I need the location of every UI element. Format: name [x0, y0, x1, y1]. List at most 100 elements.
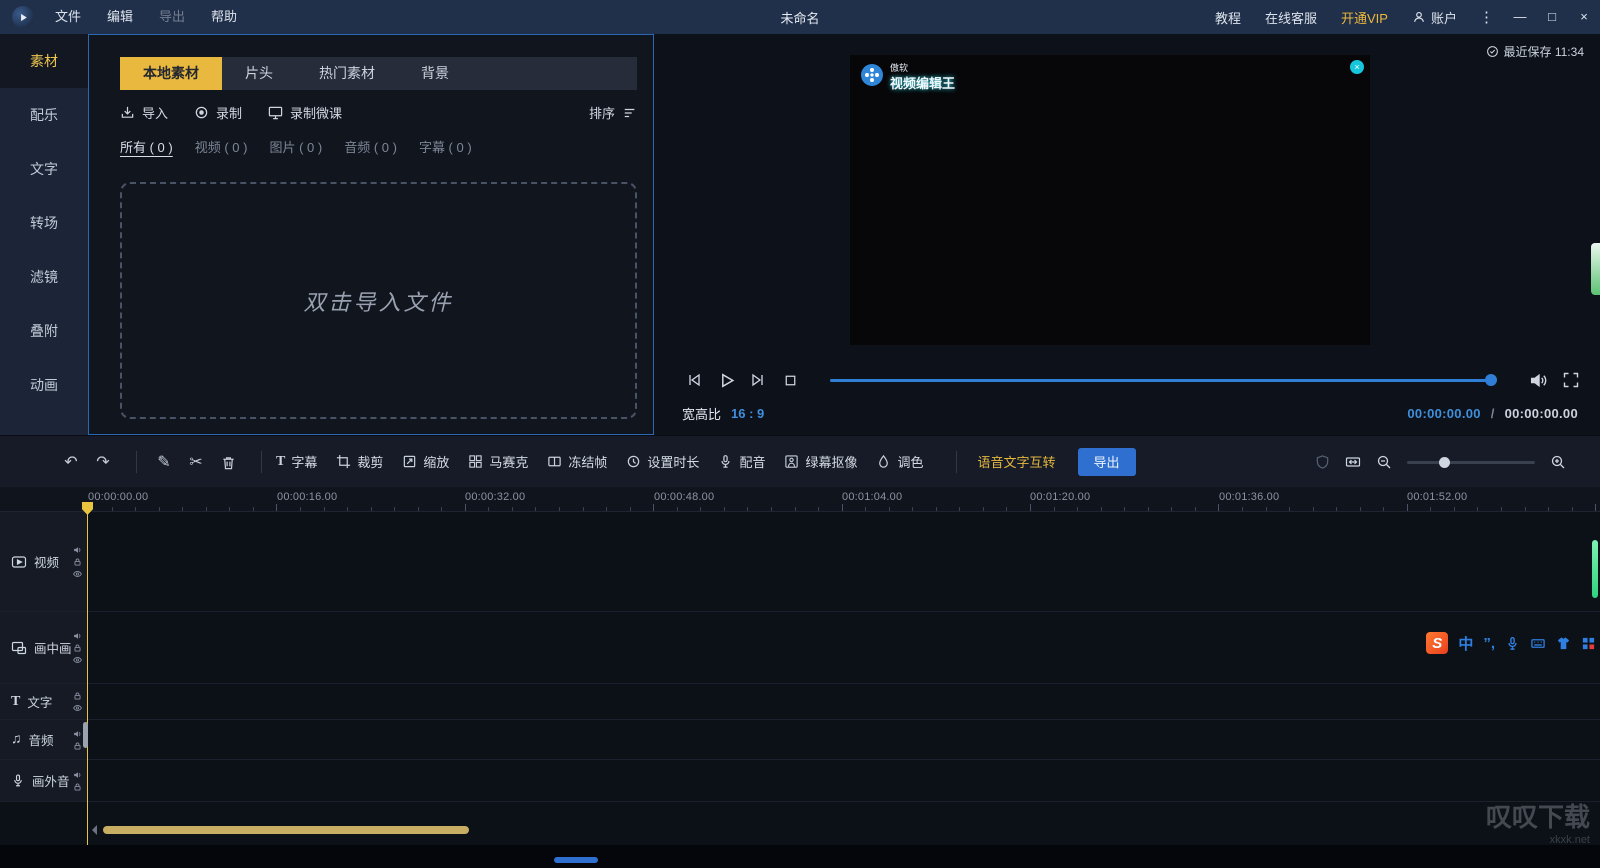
volume-button[interactable]	[1529, 371, 1548, 390]
sidebar-item-music[interactable]: 配乐	[0, 88, 88, 142]
import-dropzone[interactable]: 双击导入文件	[120, 182, 637, 419]
mosaic-tool-label: 马赛克	[489, 452, 528, 471]
menu-file[interactable]: 文件	[42, 0, 94, 34]
record-lesson-button[interactable]: 录制微课	[268, 103, 342, 122]
delete-button[interactable]	[215, 453, 241, 471]
horizontal-scroll-thumb[interactable]	[103, 826, 469, 834]
fullscreen-button[interactable]	[1562, 371, 1580, 389]
filter-image[interactable]: 图片 ( 0 )	[269, 137, 322, 156]
zoom-out-icon[interactable]	[1376, 454, 1392, 470]
ruler-tick	[347, 507, 348, 511]
tab-background[interactable]: 背景	[398, 57, 472, 90]
sidebar-item-overlay[interactable]: 叠附	[0, 304, 88, 358]
pip-track-header[interactable]: 画中画	[0, 612, 88, 683]
filter-video[interactable]: 视频 ( 0 )	[195, 137, 248, 156]
link-tutorial[interactable]: 教程	[1203, 8, 1253, 27]
filter-all[interactable]: 所有 ( 0 )	[120, 137, 173, 156]
track-scroll-handle[interactable]	[83, 722, 88, 748]
mute-icon[interactable]	[73, 545, 82, 554]
aspect-ratio-value[interactable]: 16 : 9	[731, 406, 764, 421]
sogou-logo-icon[interactable]: S	[1426, 632, 1448, 654]
remove-watermark-badge[interactable]: ×	[1350, 60, 1364, 74]
playback-progress-bar[interactable]	[830, 373, 1497, 387]
lock-icon[interactable]	[73, 741, 82, 750]
sidebar-item-animation[interactable]: 动画	[0, 358, 88, 412]
zoom-tool-button[interactable]: 缩放	[402, 452, 449, 471]
tab-intro[interactable]: 片头	[222, 57, 296, 90]
import-button[interactable]: 导入	[120, 103, 168, 122]
redo-button[interactable]: ↷	[90, 452, 116, 472]
ime-punctuation-mode[interactable]: ”,	[1483, 635, 1495, 652]
fit-timeline-icon[interactable]	[1345, 454, 1361, 470]
export-button[interactable]: 导出	[1078, 448, 1136, 476]
chroma-key-button[interactable]: 绿幕抠像	[784, 452, 857, 471]
more-menu-icon[interactable]: ⋮	[1469, 8, 1504, 26]
mute-icon[interactable]	[73, 631, 82, 640]
ime-chinese-mode[interactable]: 中	[1458, 633, 1473, 654]
filter-audio[interactable]: 音频 ( 0 )	[344, 137, 397, 156]
tab-local-media[interactable]: 本地素材	[120, 57, 222, 90]
ime-toolbox-icon[interactable]	[1581, 636, 1596, 651]
record-button[interactable]: 录制	[194, 103, 242, 122]
zoom-in-icon[interactable]	[1550, 454, 1566, 470]
visibility-icon[interactable]	[73, 655, 82, 664]
mute-icon[interactable]	[73, 729, 82, 738]
ime-skin-icon[interactable]	[1556, 636, 1571, 651]
ime-mic-icon[interactable]	[1505, 636, 1520, 651]
stop-button[interactable]	[774, 372, 806, 389]
voiceover-track-lane[interactable]	[88, 760, 1600, 801]
next-frame-button[interactable]	[742, 371, 774, 389]
sidebar-item-media[interactable]: 素材	[0, 34, 88, 88]
menu-help[interactable]: 帮助	[198, 0, 250, 34]
mosaic-tool-button[interactable]: 马赛克	[468, 452, 528, 471]
timeline-ruler[interactable]: 00:00:00.00 00:00:16.00 00:00:32.00 00:0…	[0, 487, 1600, 512]
cut-button[interactable]: ✂	[183, 452, 209, 472]
set-duration-button[interactable]: 设置时长	[626, 452, 699, 471]
clock-icon	[626, 454, 641, 469]
timeline-zoom-handle[interactable]	[1439, 457, 1450, 468]
mute-icon[interactable]	[73, 770, 82, 779]
lock-icon[interactable]	[73, 691, 82, 700]
undo-button[interactable]: ↶	[58, 452, 84, 472]
dub-tool-button[interactable]: 配音	[718, 452, 765, 471]
scroll-left-arrow-icon[interactable]	[92, 825, 97, 835]
pip-track-lane[interactable]: S 中 ”,	[88, 612, 1600, 683]
play-button[interactable]	[710, 371, 742, 390]
sidebar-item-text[interactable]: 文字	[0, 142, 88, 196]
text-track-lane[interactable]	[88, 684, 1600, 719]
account-button[interactable]: 账户	[1400, 8, 1469, 27]
sidebar-item-filter[interactable]: 滤镜	[0, 250, 88, 304]
crop-tool-button[interactable]: 裁剪	[336, 452, 383, 471]
visibility-icon[interactable]	[73, 569, 82, 578]
link-support[interactable]: 在线客服	[1253, 8, 1329, 27]
audio-track-lane[interactable]	[88, 720, 1600, 759]
close-button[interactable]: ×	[1568, 0, 1600, 34]
audio-track-header[interactable]: ♫ 音频	[0, 720, 88, 759]
tab-hot-media[interactable]: 热门素材	[296, 57, 398, 90]
vertical-scrollbar[interactable]	[1592, 540, 1598, 598]
visibility-icon[interactable]	[73, 703, 82, 712]
video-track-lane[interactable]	[88, 512, 1600, 611]
voiceover-track-header[interactable]: 画外音	[0, 760, 88, 801]
video-track-header[interactable]: 视频	[0, 512, 88, 611]
menu-edit[interactable]: 编辑	[94, 0, 146, 34]
maximize-button[interactable]: □	[1536, 0, 1568, 34]
previous-frame-button[interactable]	[678, 371, 710, 389]
edit-pencil-button[interactable]: ✎	[151, 452, 177, 472]
filter-subtitle[interactable]: 字幕 ( 0 )	[419, 137, 472, 156]
timeline-zoom-slider[interactable]	[1407, 461, 1535, 464]
minimize-button[interactable]: —	[1504, 0, 1536, 34]
sidebar-item-transition[interactable]: 转场	[0, 196, 88, 250]
link-vip[interactable]: 开通VIP	[1329, 8, 1400, 27]
lock-icon[interactable]	[73, 643, 82, 652]
ime-keyboard-icon[interactable]	[1530, 636, 1546, 651]
progress-handle[interactable]	[1485, 374, 1497, 386]
freeze-frame-button[interactable]: 冻结帧	[547, 452, 607, 471]
lock-icon[interactable]	[73, 557, 82, 566]
color-grade-button[interactable]: 调色	[876, 452, 923, 471]
lock-icon[interactable]	[73, 782, 82, 791]
sort-button[interactable]: 排序	[589, 103, 637, 122]
text-track-header[interactable]: T 文字	[0, 684, 88, 719]
subtitle-tool-button[interactable]: T 字幕	[276, 452, 317, 471]
speech-text-convert-button[interactable]: 语音文字互转	[977, 452, 1055, 471]
